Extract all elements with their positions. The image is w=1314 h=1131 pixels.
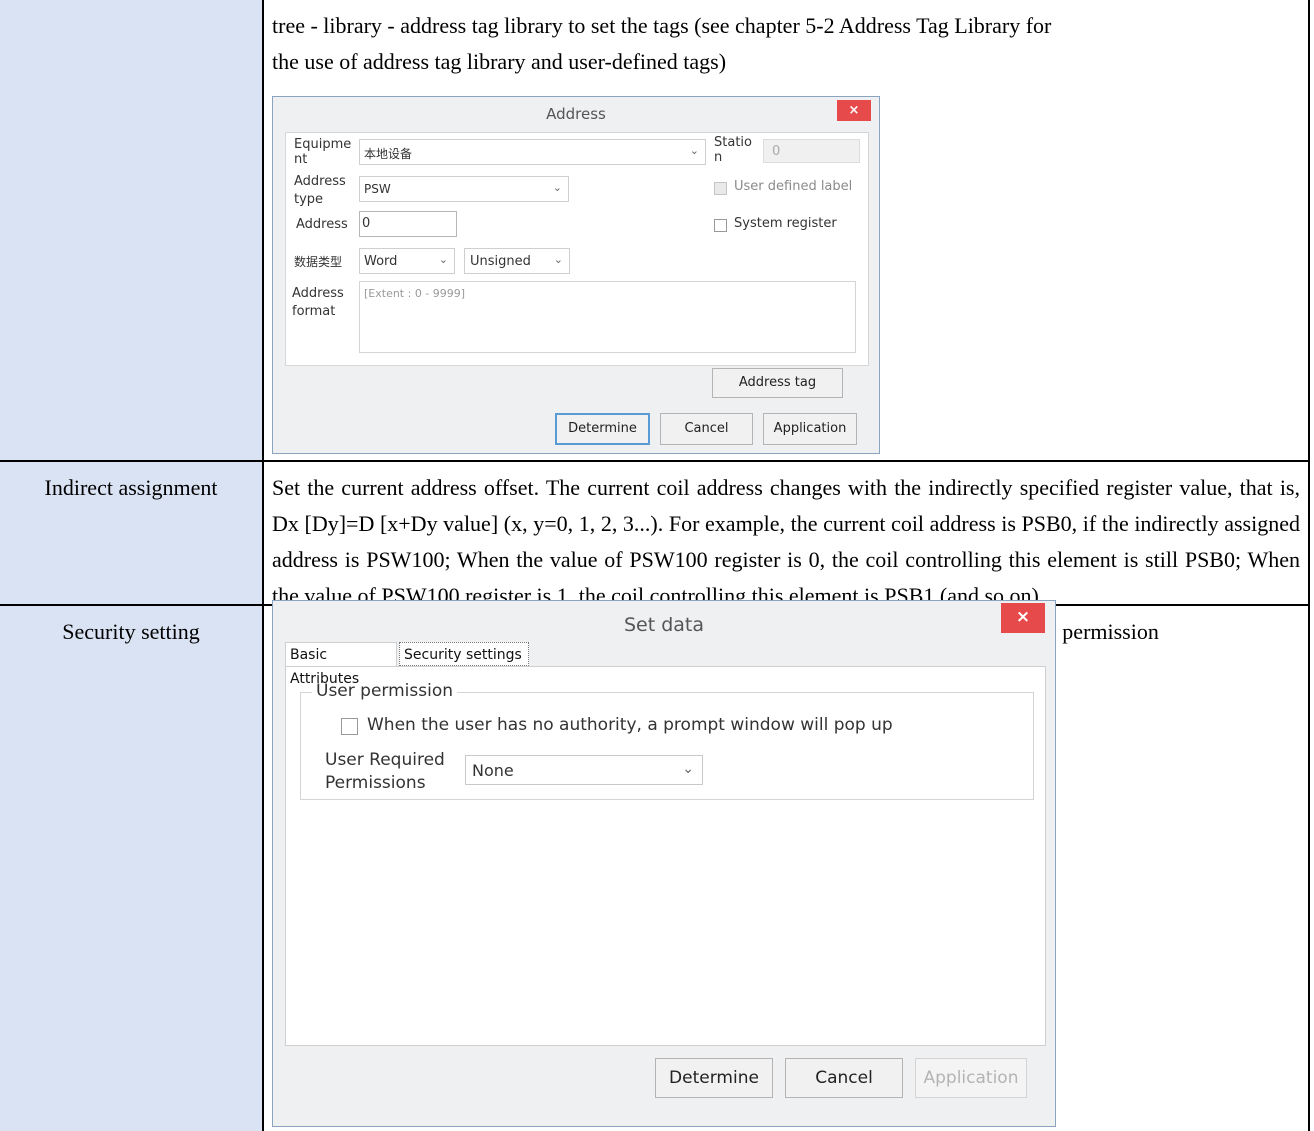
address-tag-button[interactable]: Address tag: [712, 368, 843, 398]
data-type-label: 数据类型: [294, 255, 343, 269]
sign-select[interactable]: Unsigned ⌄: [464, 248, 570, 274]
tab-security-settings[interactable]: Security settings: [399, 642, 529, 666]
close-icon[interactable]: ×: [837, 100, 871, 121]
station-label: Statio n: [714, 135, 752, 165]
set-data-dialog-title: Set data: [623, 614, 705, 636]
station-value: 0: [772, 144, 781, 159]
equipment-select[interactable]: 本地设备 ⌄: [359, 139, 706, 165]
user-defined-label-checkbox[interactable]: [714, 182, 727, 195]
set-data-dialog: Set data × When the user has no authorit…: [272, 600, 1056, 1127]
address-type-select[interactable]: PSW ⌄: [359, 176, 569, 202]
row2-text: Set the current address offset. The curr…: [272, 475, 1300, 608]
chevron-down-icon: ⌄: [553, 253, 563, 266]
address-format-label: Address format: [292, 286, 344, 319]
security-settings-panel: When the user has no authority, a prompt…: [285, 666, 1046, 1046]
chevron-down-icon: ⌄: [438, 253, 448, 266]
system-register-checkbox[interactable]: [714, 219, 727, 232]
chevron-down-icon: ⌄: [552, 181, 562, 194]
system-register-label: System register: [734, 216, 837, 231]
row1-text-line2: the use of address tag library and user-…: [272, 49, 727, 74]
address-type-value: PSW: [364, 182, 391, 196]
application-button[interactable]: Application: [915, 1058, 1027, 1098]
data-type-select[interactable]: Word ⌄: [359, 248, 455, 274]
label-column: [0, 0, 262, 1131]
determine-button[interactable]: Determine: [555, 413, 650, 445]
tab-basic-attributes[interactable]: Basic Attributes: [285, 642, 397, 687]
address-format-box: [Extent : 0 - 9999]: [359, 281, 856, 353]
user-defined-label-text: User defined label: [734, 179, 853, 194]
address-dialog-body: Equipme nt 本地设备 ⌄ Statio n 0 Address typ…: [285, 132, 869, 366]
sign-value: Unsigned: [470, 254, 531, 269]
row-label-security-setting: Security setting: [62, 619, 200, 644]
chevron-down-icon: ⌄: [689, 144, 699, 157]
column-divider: [262, 0, 264, 1131]
cancel-button[interactable]: Cancel: [785, 1058, 903, 1098]
address-value: 0: [362, 216, 371, 231]
required-permissions-value: None: [472, 761, 514, 780]
table-right-border: [1308, 0, 1310, 1131]
data-type-value: Word: [364, 254, 398, 269]
determine-button[interactable]: Determine: [655, 1058, 773, 1098]
equipment-value: 本地设备: [364, 147, 413, 161]
required-permissions-select[interactable]: None ⌄: [465, 755, 703, 785]
prompt-window-checkbox[interactable]: [341, 718, 358, 735]
prompt-window-label: When the user has no authority, a prompt…: [367, 715, 893, 735]
address-dialog: Address × Equipme nt 本地设备 ⌄ Statio n 0 A…: [272, 96, 880, 454]
equipment-label: Equipme nt: [294, 137, 352, 167]
close-icon[interactable]: ×: [1001, 603, 1045, 633]
row-label-indirect-assignment: Indirect assignment: [44, 475, 218, 500]
address-input[interactable]: 0: [359, 211, 457, 237]
user-permission-group: When the user has no authority, a prompt…: [300, 692, 1034, 800]
required-permissions-label: User Required Permissions: [325, 750, 445, 793]
station-field[interactable]: 0: [763, 139, 860, 163]
cancel-button[interactable]: Cancel: [660, 413, 753, 445]
application-button[interactable]: Application: [763, 413, 857, 445]
address-type-label: Address type: [294, 174, 346, 207]
row1-text-line1: tree - library - address tag library to …: [272, 13, 1052, 38]
row-divider: [0, 460, 1310, 462]
address-dialog-title: Address: [546, 105, 606, 123]
chevron-down-icon: ⌄: [682, 761, 694, 777]
address-label: Address: [296, 217, 348, 232]
address-format-value: [Extent : 0 - 9999]: [364, 287, 466, 300]
